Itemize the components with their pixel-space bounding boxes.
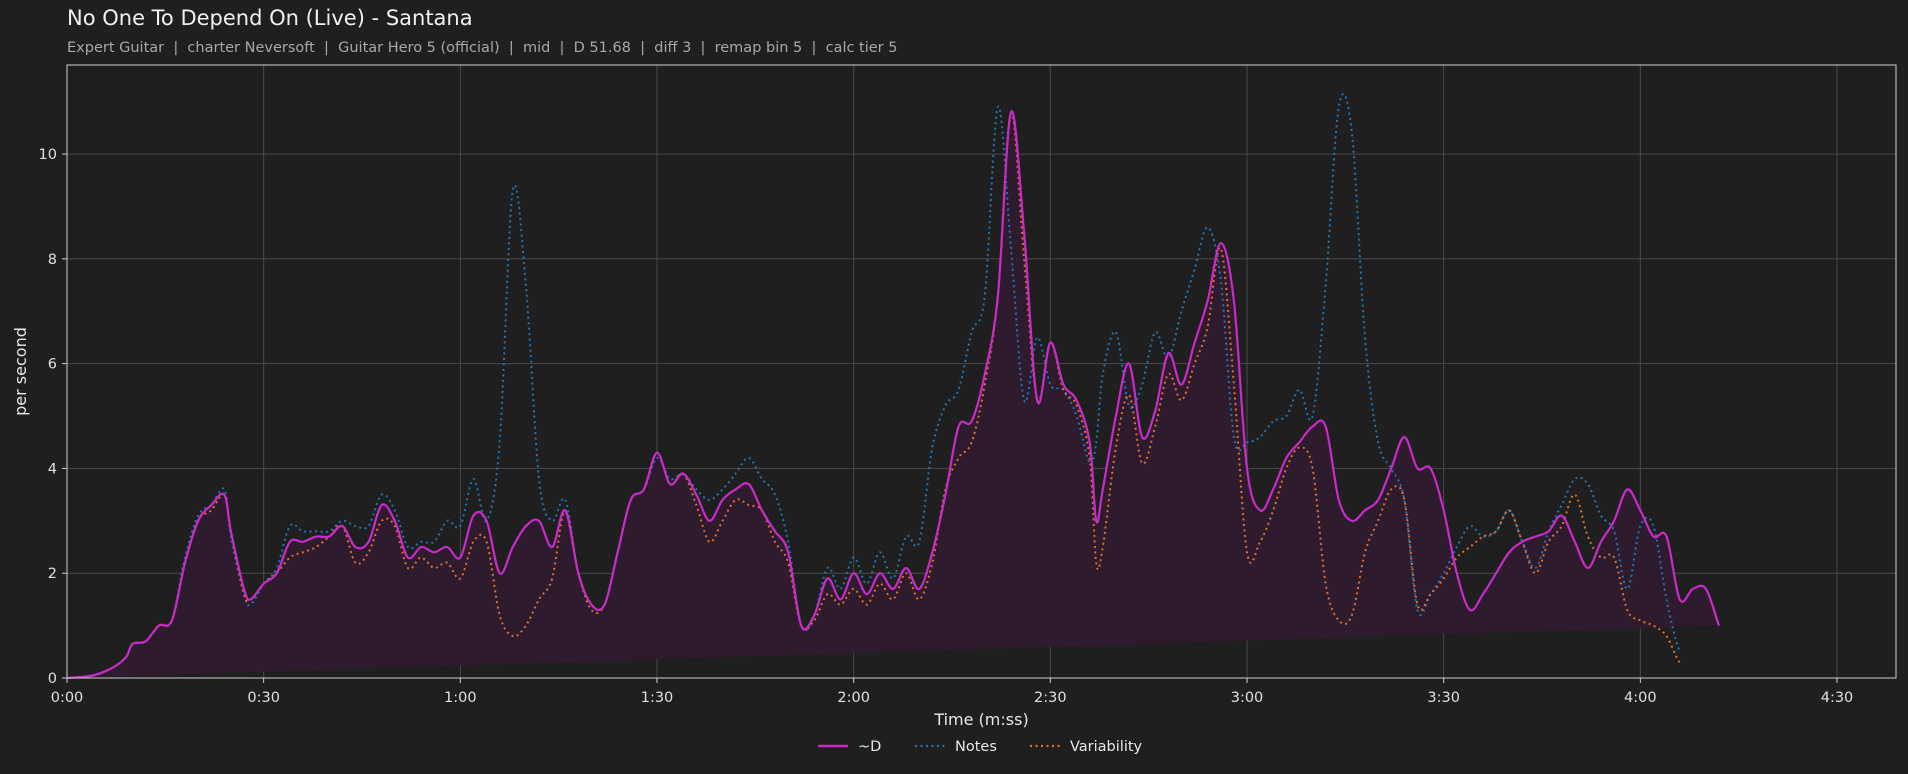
x-tick-label: 0:00 — [51, 690, 84, 706]
y-axis-label: per second — [11, 327, 30, 416]
series-d-area — [67, 111, 1719, 678]
y-tick-label: 2 — [48, 566, 57, 582]
x-tick-label: 0:30 — [247, 690, 280, 706]
chart-svg: 0:00 0:30 1:00 1:30 2:00 2:30 3:00 3:30 4:00 4:30… — [11, 64, 1897, 755]
x-tick-label: 4:30 — [1821, 690, 1854, 706]
x-tick-label: 1:00 — [444, 690, 477, 706]
legend-label: ~D — [858, 739, 881, 755]
legend-item-d: ~D — [818, 739, 881, 755]
y-tick-label: 0 — [48, 671, 57, 687]
y-tick-label: 10 — [39, 147, 57, 163]
legend-label: Variability — [1070, 739, 1143, 755]
legend-item-notes: Notes — [915, 739, 997, 755]
y-tick-label: 6 — [48, 357, 57, 373]
x-tick-label: 3:00 — [1231, 690, 1264, 706]
x-tick-label: 4:00 — [1624, 690, 1657, 706]
x-tick-label: 2:00 — [837, 690, 870, 706]
x-tick-label: 2:30 — [1034, 690, 1067, 706]
x-axis-label: Time (m:ss) — [933, 710, 1028, 729]
legend-item-variability: Variability — [1030, 739, 1143, 755]
x-tick-label: 1:30 — [641, 690, 674, 706]
legend: ~D Notes Variability — [818, 739, 1143, 755]
y-tick-label: 4 — [48, 461, 57, 477]
legend-label: Notes — [955, 739, 997, 755]
y-axis-ticks: 0 2 4 6 8 10 — [39, 147, 67, 687]
plot-area — [66, 92, 1721, 680]
y-tick-label: 8 — [48, 252, 57, 268]
x-tick-label: 3:30 — [1427, 690, 1460, 706]
x-axis-ticks: 0:00 0:30 1:00 1:30 2:00 2:30 3:00 3:30 4:00 4:30 — [51, 678, 1854, 706]
